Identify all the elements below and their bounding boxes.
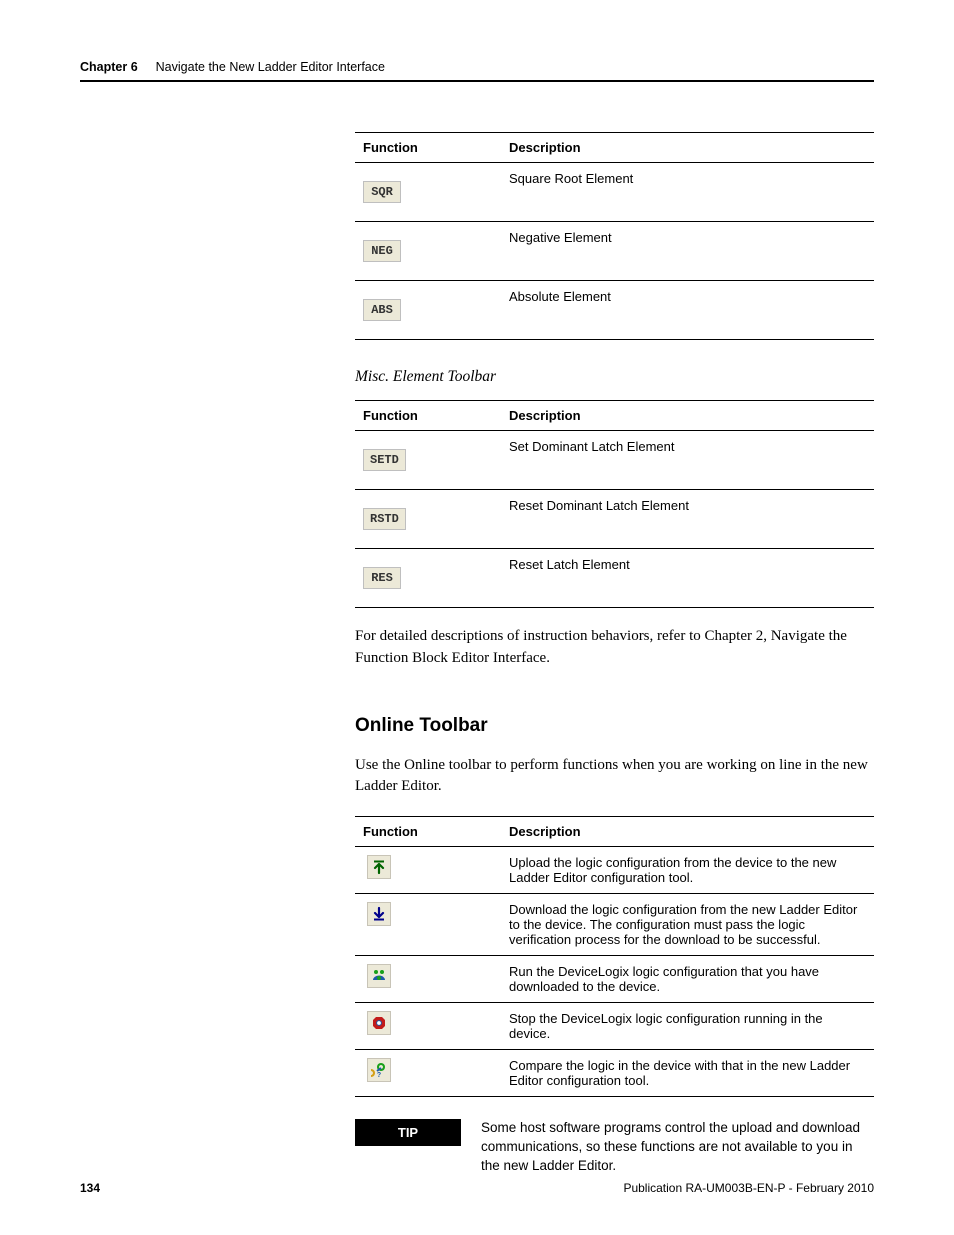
cell-desc: Run the DeviceLogix logic configuration … <box>501 956 874 1003</box>
table-header-description: Description <box>501 817 874 847</box>
table-header-function: Function <box>355 401 501 431</box>
table-row: RSTD Reset Dominant Latch Element <box>355 490 874 549</box>
table-row: Download the logic configuration from th… <box>355 894 874 956</box>
table-row: ? Compare the logic in the device with t… <box>355 1050 874 1097</box>
cell-desc: Upload the logic configuration from the … <box>501 847 874 894</box>
tip-label: TIP <box>355 1119 461 1146</box>
stop-icon[interactable] <box>367 1011 391 1035</box>
cell-desc: Reset Dominant Latch Element <box>501 490 874 549</box>
table-row: SQR Square Root Element <box>355 163 874 222</box>
run-icon[interactable] <box>367 964 391 988</box>
table-row: RES Reset Latch Element <box>355 549 874 608</box>
page-footer: 134 Publication RA-UM003B-EN-P - Februar… <box>80 1181 874 1195</box>
download-icon[interactable] <box>367 902 391 926</box>
math-element-table: Function Description SQR Square Root Ele… <box>355 132 874 340</box>
table-row: Upload the logic configuration from the … <box>355 847 874 894</box>
misc-element-table: Function Description SETD Set Dominant L… <box>355 400 874 608</box>
table-header-description: Description <box>501 133 874 163</box>
sqr-button[interactable]: SQR <box>363 181 401 203</box>
cell-desc: Negative Element <box>501 222 874 281</box>
table-row: NEG Negative Element <box>355 222 874 281</box>
online-toolbar-table: Function Description Upload the logi <box>355 816 874 1097</box>
cell-desc: Download the logic configuration from th… <box>501 894 874 956</box>
table-row: Run the DeviceLogix logic configuration … <box>355 956 874 1003</box>
cell-desc: Set Dominant Latch Element <box>501 431 874 490</box>
cell-desc: Reset Latch Element <box>501 549 874 608</box>
page-header: Chapter 6 Navigate the New Ladder Editor… <box>80 60 874 82</box>
publication-info: Publication RA-UM003B-EN-P - February 20… <box>623 1181 874 1195</box>
cell-desc: Square Root Element <box>501 163 874 222</box>
misc-toolbar-heading: Misc. Element Toolbar <box>355 368 874 386</box>
abs-button[interactable]: ABS <box>363 299 401 321</box>
setd-button[interactable]: SETD <box>363 449 406 471</box>
chapter-label: Chapter 6 <box>80 60 138 74</box>
compare-icon[interactable]: ? <box>367 1058 391 1082</box>
res-button[interactable]: RES <box>363 567 401 589</box>
table-header-description: Description <box>501 401 874 431</box>
chapter-title: Navigate the New Ladder Editor Interface <box>156 60 385 74</box>
online-toolbar-heading: Online Toolbar <box>355 715 874 737</box>
online-toolbar-paragraph: Use the Online toolbar to perform functi… <box>355 755 874 799</box>
table-row: Stop the DeviceLogix logic configuration… <box>355 1003 874 1050</box>
table-row: ABS Absolute Element <box>355 281 874 340</box>
cell-desc: Absolute Element <box>501 281 874 340</box>
table-header-function: Function <box>355 817 501 847</box>
rstd-button[interactable]: RSTD <box>363 508 406 530</box>
neg-button[interactable]: NEG <box>363 240 401 262</box>
tip-text: Some host software programs control the … <box>481 1119 874 1176</box>
reference-paragraph: For detailed descriptions of instruction… <box>355 626 874 670</box>
table-row: SETD Set Dominant Latch Element <box>355 431 874 490</box>
page-number: 134 <box>80 1181 100 1195</box>
table-header-function: Function <box>355 133 501 163</box>
tip-block: TIP Some host software programs control … <box>355 1119 874 1176</box>
cell-desc: Stop the DeviceLogix logic configuration… <box>501 1003 874 1050</box>
svg-text:?: ? <box>377 1072 381 1078</box>
upload-icon[interactable] <box>367 855 391 879</box>
cell-desc: Compare the logic in the device with tha… <box>501 1050 874 1097</box>
